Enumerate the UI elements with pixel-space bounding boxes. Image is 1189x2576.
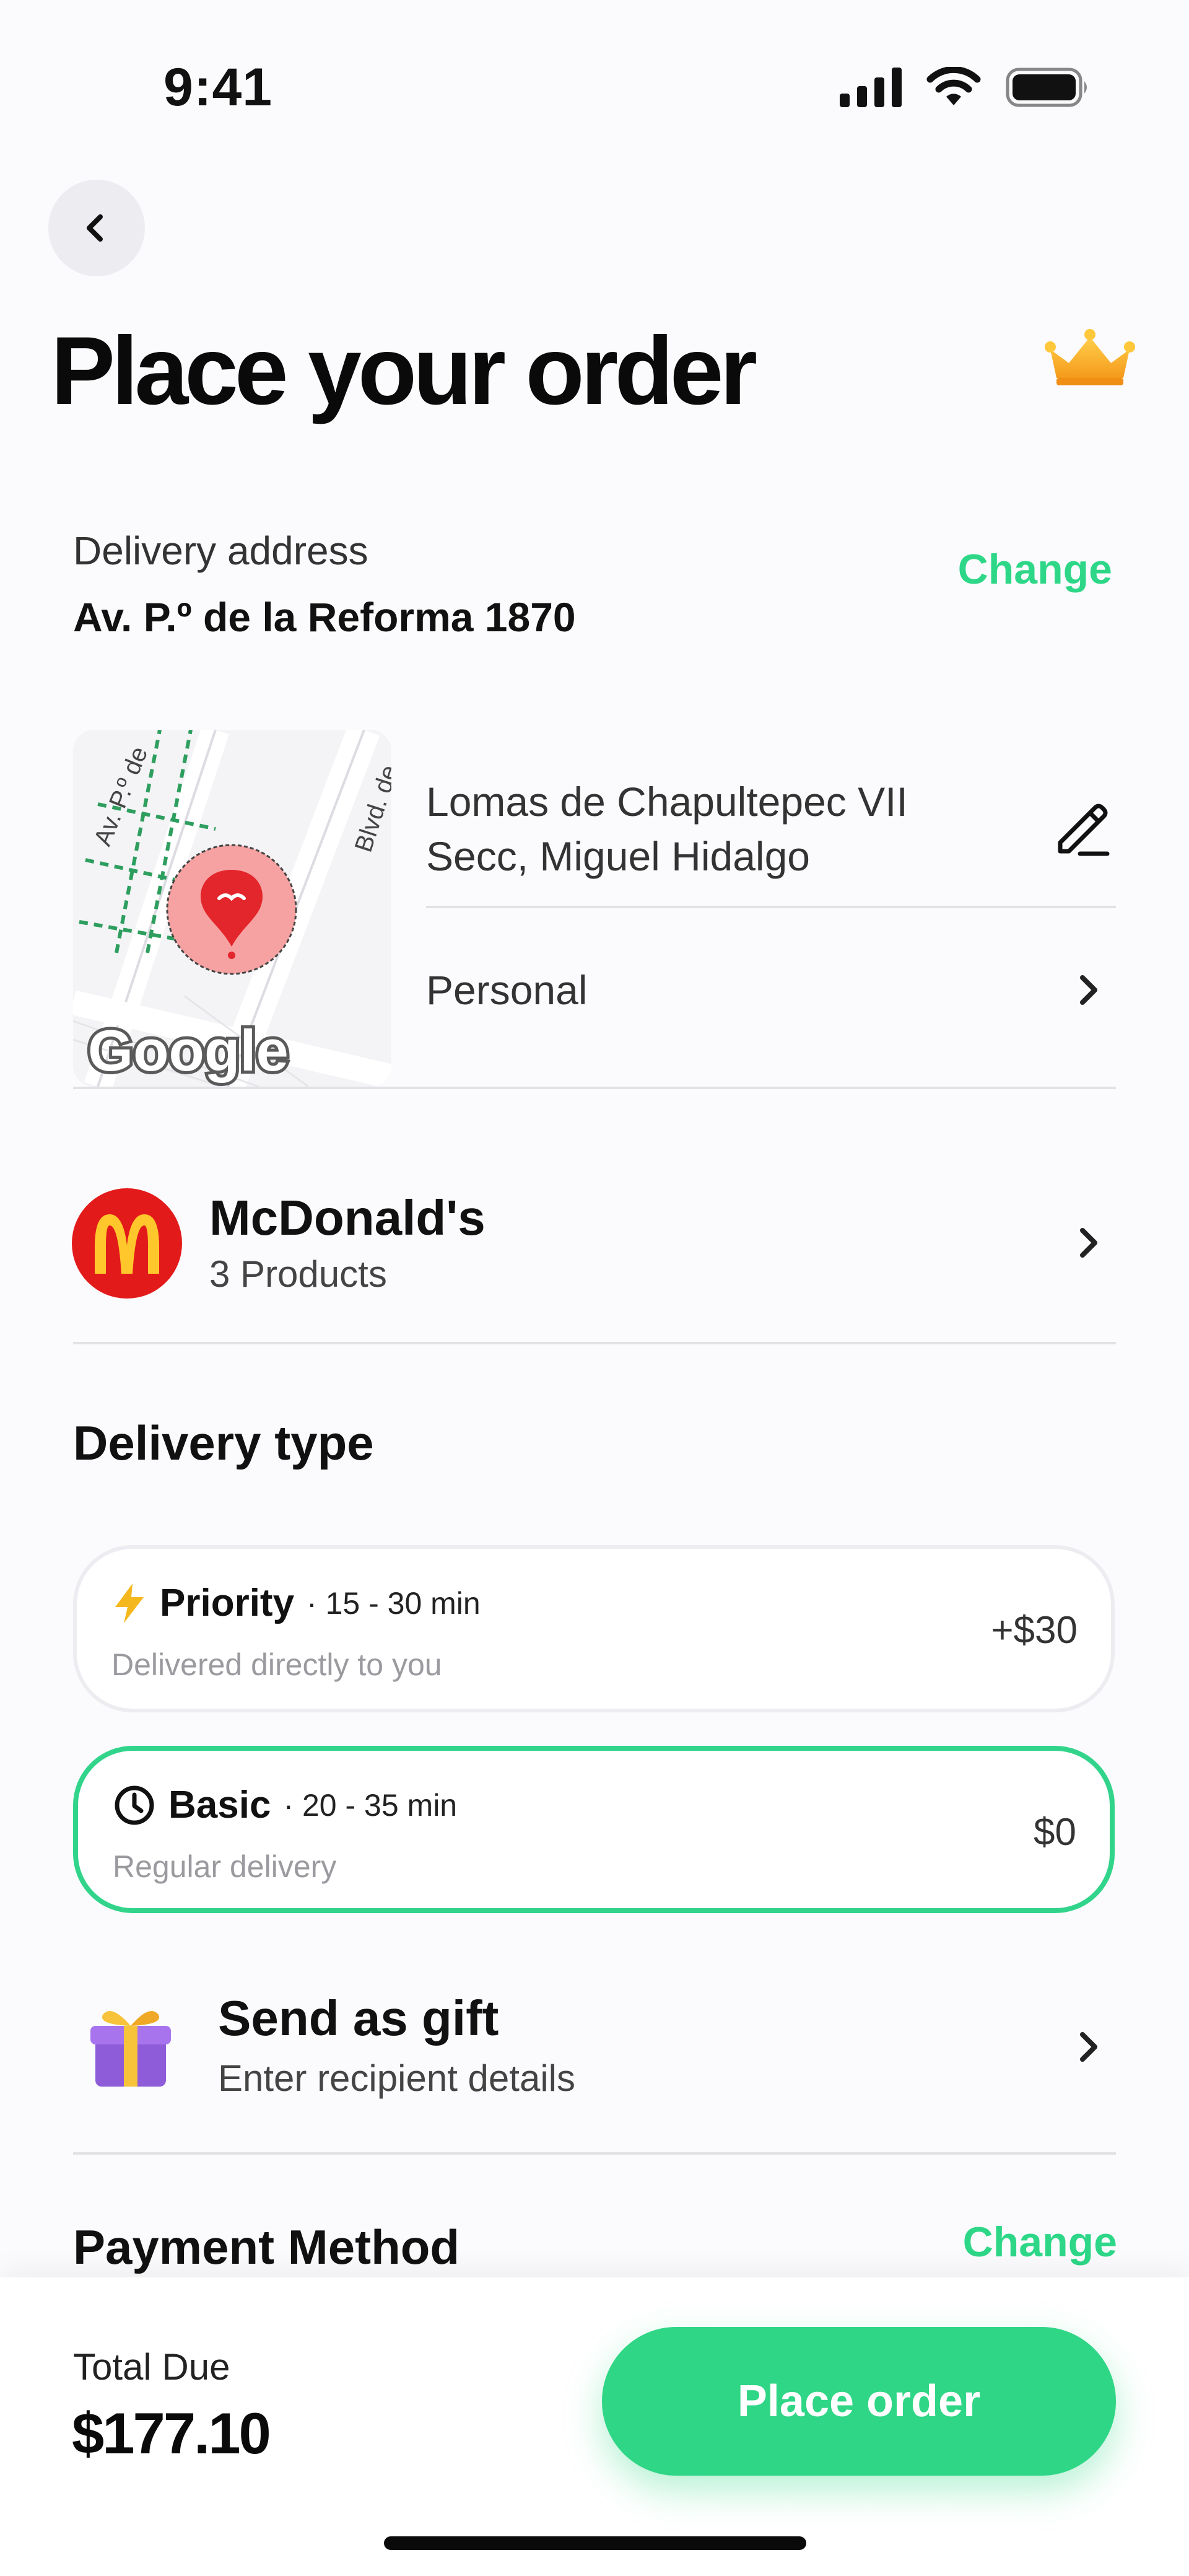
home-indicator[interactable] — [384, 2536, 806, 2550]
section-divider — [73, 1342, 1116, 1344]
delivery-option-basic[interactable]: Basic · 20 - 35 min Regular delivery $0 — [73, 1746, 1115, 1913]
status-icons — [840, 67, 1090, 108]
change-payment-link[interactable]: Change — [963, 2218, 1117, 2266]
payment-method-title: Payment Method — [73, 2220, 460, 2274]
chevron-right-icon[interactable] — [1070, 971, 1107, 1009]
page-title: Place your order — [51, 317, 757, 425]
option-price: $0 — [1034, 1811, 1076, 1854]
google-logo: Google — [88, 1018, 289, 1083]
address-divider — [426, 906, 1116, 908]
chevron-right-icon[interactable] — [1070, 1224, 1107, 1261]
place-order-button[interactable]: Place order — [602, 2327, 1116, 2476]
lightning-icon — [115, 1583, 144, 1623]
address-map[interactable]: Av. P.º de Blvd. de Google — [73, 730, 391, 1087]
total-due-label: Total Due — [73, 2346, 230, 2388]
crown-icon[interactable] — [1044, 328, 1136, 390]
option-subtitle: Regular delivery — [113, 1849, 337, 1884]
option-header: Basic · 20 - 35 min — [113, 1783, 457, 1827]
chevron-left-icon — [87, 214, 103, 242]
send-as-gift-title[interactable]: Send as gift — [218, 1990, 499, 2047]
back-button[interactable] — [48, 180, 145, 276]
mcdonalds-logo-icon — [72, 1188, 182, 1299]
chevron-right-icon[interactable] — [1070, 2028, 1107, 2066]
option-name: Basic — [168, 1784, 271, 1826]
delivery-address-label: Delivery address — [73, 528, 368, 573]
delivery-address-value: Av. P.º de la Reforma 1870 — [73, 594, 576, 640]
status-time: 9:41 — [163, 58, 273, 117]
option-header: Priority · 15 - 30 min — [111, 1581, 481, 1625]
option-name: Priority — [160, 1582, 295, 1624]
delivery-type-title: Delivery type — [73, 1416, 374, 1470]
cellular-signal-icon — [840, 68, 902, 107]
gift-box-icon — [84, 1997, 177, 2093]
wifi-icon — [926, 67, 981, 105]
option-subtitle: Delivered directly to you — [111, 1647, 442, 1682]
change-address-link[interactable]: Change — [958, 545, 1112, 594]
delivery-option-priority[interactable]: Priority · 15 - 30 min Delivered directl… — [73, 1545, 1115, 1712]
section-divider — [73, 1087, 1116, 1089]
section-divider — [73, 2152, 1116, 2155]
option-time: · 20 - 35 min — [283, 1787, 458, 1823]
address-tag[interactable]: Personal — [426, 966, 588, 1014]
option-price: +$30 — [991, 1609, 1078, 1652]
store-name: McDonald's — [209, 1190, 486, 1245]
store-products-count: 3 Products — [209, 1253, 387, 1295]
pencil-icon[interactable] — [1052, 798, 1111, 861]
clock-icon — [115, 1785, 154, 1825]
send-as-gift-subtitle: Enter recipient details — [218, 2057, 575, 2099]
battery-icon — [1006, 68, 1087, 107]
option-time: · 15 - 30 min — [307, 1585, 481, 1621]
total-due-value: $177.10 — [72, 2401, 271, 2466]
address-detail: Lomas de Chapultepec VII Secc, Miguel Hi… — [426, 779, 908, 879]
